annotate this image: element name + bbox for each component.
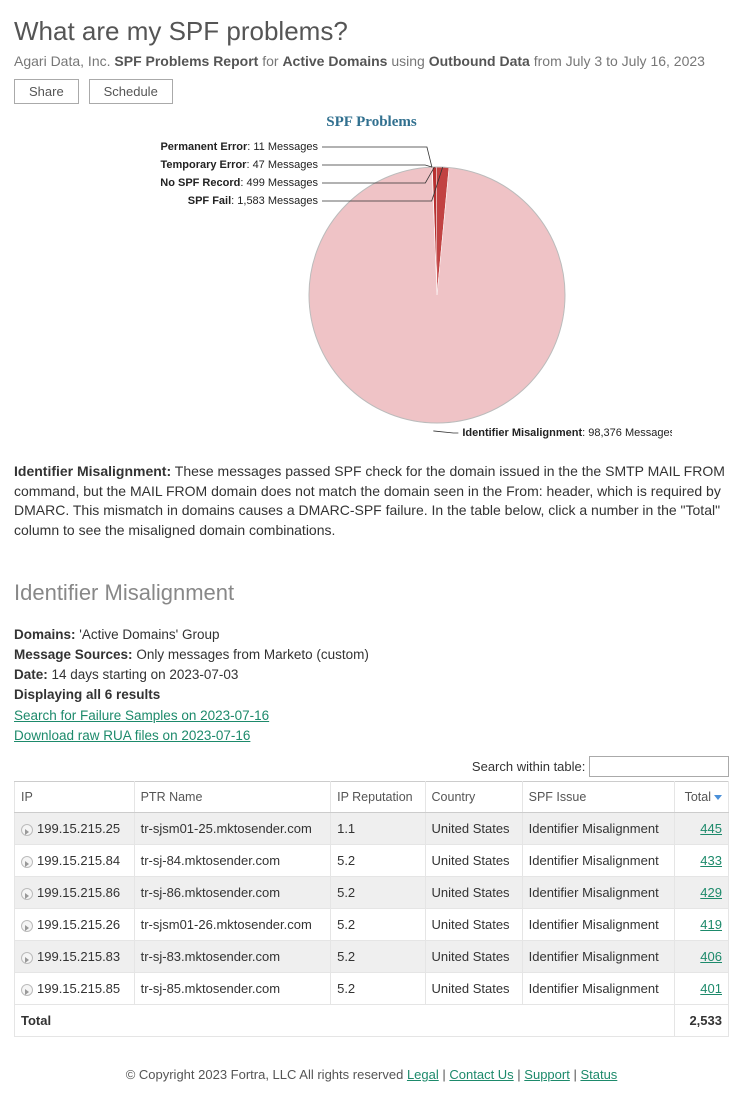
cell-country: United States (425, 941, 522, 973)
explain-paragraph: Identifier Misalignment: These messages … (14, 462, 729, 540)
page-title: What are my SPF problems? (14, 16, 729, 47)
results-table: IP PTR Name IP Reputation Country SPF Is… (14, 781, 729, 1037)
cell-ptr: tr-sj-86.mktosender.com (134, 877, 331, 909)
for-label: for (262, 53, 278, 69)
cell-country: United States (425, 973, 522, 1005)
cell-issue: Identifier Misalignment (522, 877, 675, 909)
section-meta: Domains: 'Active Domains' Group Message … (14, 625, 729, 747)
pie-label: No SPF Record: 499 Messages (160, 177, 318, 189)
pie-chart: Permanent Error: 11 Messages Temporary Er… (72, 135, 672, 445)
chart-container: SPF Problems Permanent Error: 11 Message… (14, 114, 729, 448)
cell-country: United States (425, 909, 522, 941)
table-row: 199.15.215.86 tr-sj-86.mktosender.com5.2U… (15, 877, 729, 909)
th-ptr[interactable]: PTR Name (134, 782, 331, 813)
date-range: from July 3 to July 16, 2023 (534, 53, 705, 69)
table-row: 199.15.215.85 tr-sj-85.mktosender.com5.2U… (15, 973, 729, 1005)
cell-rep: 5.2 (331, 845, 425, 877)
cell-rep: 5.2 (331, 973, 425, 1005)
cell-ip: 199.15.215.86 (37, 885, 120, 900)
pie-label: Temporary Error: 47 Messages (160, 159, 318, 171)
results-label: Displaying all 6 results (14, 687, 160, 702)
using-label: using (391, 53, 424, 69)
chart-title: SPF Problems (14, 114, 729, 131)
expand-icon[interactable] (21, 888, 33, 900)
domains-label: Domains: (14, 627, 76, 642)
cell-country: United States (425, 813, 522, 845)
cell-ip: 199.15.215.25 (37, 821, 120, 836)
download-rua-link[interactable]: Download raw RUA files on 2023-07-16 (14, 728, 250, 743)
cell-total-link[interactable]: 401 (700, 981, 722, 996)
pie-label: Permanent Error: 11 Messages (160, 141, 318, 153)
cell-total-link[interactable]: 406 (700, 949, 722, 964)
domains-value: 'Active Domains' Group (76, 627, 220, 642)
table-row: 199.15.215.25 tr-sjsm01-25.mktosender.com… (15, 813, 729, 845)
status-link[interactable]: Status (580, 1067, 617, 1082)
th-ip[interactable]: IP (15, 782, 135, 813)
cell-rep: 1.1 (331, 813, 425, 845)
expand-icon[interactable] (21, 952, 33, 964)
cell-ip: 199.15.215.85 (37, 981, 120, 996)
cell-ip: 199.15.215.83 (37, 949, 120, 964)
th-country[interactable]: Country (425, 782, 522, 813)
th-issue[interactable]: SPF Issue (522, 782, 675, 813)
table-row: 199.15.215.26 tr-sjsm01-26.mktosender.com… (15, 909, 729, 941)
expand-icon[interactable] (21, 856, 33, 868)
cell-country: United States (425, 877, 522, 909)
cell-ptr: tr-sjsm01-25.mktosender.com (134, 813, 331, 845)
share-button[interactable]: Share (14, 79, 79, 104)
section-title: Identifier Misalignment (14, 580, 729, 606)
search-label: Search within table: (472, 759, 585, 774)
cell-issue: Identifier Misalignment (522, 845, 675, 877)
cell-rep: 5.2 (331, 877, 425, 909)
cell-rep: 5.2 (331, 941, 425, 973)
cell-rep: 5.2 (331, 909, 425, 941)
expand-icon[interactable] (21, 824, 33, 836)
legal-link[interactable]: Legal (407, 1067, 439, 1082)
cell-ip: 199.15.215.84 (37, 853, 120, 868)
cell-ptr: tr-sj-83.mktosender.com (134, 941, 331, 973)
th-total[interactable]: Total (675, 782, 729, 813)
date-value: 14 days starting on 2023-07-03 (48, 667, 239, 682)
report-name: SPF Problems Report (114, 53, 258, 69)
cell-ptr: tr-sjsm01-26.mktosender.com (134, 909, 331, 941)
expand-icon[interactable] (21, 984, 33, 996)
pie-label: Identifier Misalignment: 98,376 Messages (462, 427, 672, 439)
cell-issue: Identifier Misalignment (522, 941, 675, 973)
date-label: Date: (14, 667, 48, 682)
explain-bold: Identifier Misalignment: (14, 463, 171, 479)
data-scope: Outbound Data (429, 53, 530, 69)
table-row: 199.15.215.84 tr-sj-84.mktosender.com5.2U… (15, 845, 729, 877)
cell-issue: Identifier Misalignment (522, 909, 675, 941)
footer-total: 2,533 (675, 1005, 729, 1037)
schedule-button[interactable]: Schedule (89, 79, 173, 104)
cell-issue: Identifier Misalignment (522, 973, 675, 1005)
company-name: Agari Data, Inc. (14, 53, 111, 69)
sources-label: Message Sources: (14, 647, 133, 662)
cell-ptr: tr-sj-84.mktosender.com (134, 845, 331, 877)
cell-total-link[interactable]: 429 (700, 885, 722, 900)
cell-total-link[interactable]: 445 (700, 821, 722, 836)
page-footer: © Copyright 2023 Fortra, LLC All rights … (14, 1067, 729, 1082)
search-input[interactable] (589, 756, 729, 777)
expand-icon[interactable] (21, 920, 33, 932)
cell-total-link[interactable]: 419 (700, 917, 722, 932)
cell-ptr: tr-sj-85.mktosender.com (134, 973, 331, 1005)
footer-label: Total (15, 1005, 675, 1037)
sort-desc-icon (714, 795, 722, 800)
report-subtitle: Agari Data, Inc. SPF Problems Report for… (14, 53, 729, 69)
cell-total-link[interactable]: 433 (700, 853, 722, 868)
domains-scope: Active Domains (282, 53, 387, 69)
th-total-label: Total (685, 790, 711, 804)
contact-link[interactable]: Contact Us (449, 1067, 513, 1082)
pie-label: SPF Fail: 1,583 Messages (187, 195, 318, 207)
table-row: 199.15.215.83 tr-sj-83.mktosender.com5.2U… (15, 941, 729, 973)
th-rep[interactable]: IP Reputation (331, 782, 425, 813)
sources-value: Only messages from Marketo (custom) (133, 647, 369, 662)
support-link[interactable]: Support (524, 1067, 570, 1082)
search-samples-link[interactable]: Search for Failure Samples on 2023-07-16 (14, 708, 269, 723)
cell-ip: 199.15.215.26 (37, 917, 120, 932)
cell-country: United States (425, 845, 522, 877)
copyright-text: © Copyright 2023 Fortra, LLC All rights … (126, 1067, 407, 1082)
cell-issue: Identifier Misalignment (522, 813, 675, 845)
